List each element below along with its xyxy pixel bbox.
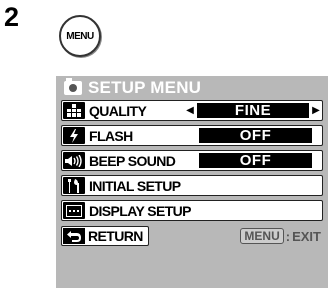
return-label: RETURN	[88, 228, 143, 244]
panel-header: SETUP MENU	[61, 76, 323, 100]
quality-selector[interactable]: ◀ FINE ▶	[184, 102, 322, 119]
camera-icon	[64, 78, 82, 95]
menu-row-flash[interactable]: FLASH OFF	[61, 125, 323, 146]
menu-key-badge: MENU	[240, 228, 284, 244]
exit-hint: MENU : EXIT	[240, 228, 321, 244]
flash-icon	[63, 127, 85, 144]
exit-label: EXIT	[292, 228, 321, 244]
flash-value: OFF	[199, 127, 312, 144]
panel-title: SETUP MENU	[88, 78, 202, 97]
quality-grid-icon	[63, 102, 85, 119]
menu-row-beep-sound[interactable]: BEEP SOUND OFF	[61, 150, 323, 171]
menu-row-label: INITIAL SETUP	[89, 177, 181, 194]
menu-row-label: DISPLAY SETUP	[89, 202, 192, 219]
menu-row-quality[interactable]: QUALITY ◀ FINE ▶	[61, 100, 323, 121]
menu-button-icon: MENU	[59, 15, 101, 57]
tools-icon	[63, 177, 85, 194]
return-arrow-icon	[63, 228, 85, 244]
display-icon	[63, 202, 85, 219]
exit-separator: :	[285, 228, 291, 244]
menu-row-display-setup[interactable]: DISPLAY SETUP	[61, 200, 323, 221]
speaker-icon	[63, 152, 85, 169]
return-button[interactable]: RETURN	[61, 226, 149, 246]
beep-sound-value: OFF	[199, 152, 312, 169]
menu-row-label: BEEP SOUND	[89, 152, 176, 169]
arrow-left-icon[interactable]: ◀	[184, 103, 196, 118]
menu-row-initial-setup[interactable]: INITIAL SETUP	[61, 175, 323, 196]
quality-value: FINE	[197, 102, 309, 119]
menu-button-label: MENU	[66, 30, 94, 42]
menu-row-label: FLASH	[89, 127, 133, 144]
step-number: 2	[4, 2, 20, 32]
arrow-right-icon[interactable]: ▶	[310, 103, 322, 118]
setup-menu-panel: SETUP MENU QUALITY ◀ FINE ▶ FLASH OFF BE…	[56, 76, 328, 288]
menu-row-label: QUALITY	[89, 102, 147, 119]
panel-footer: RETURN MENU : EXIT	[61, 225, 323, 247]
